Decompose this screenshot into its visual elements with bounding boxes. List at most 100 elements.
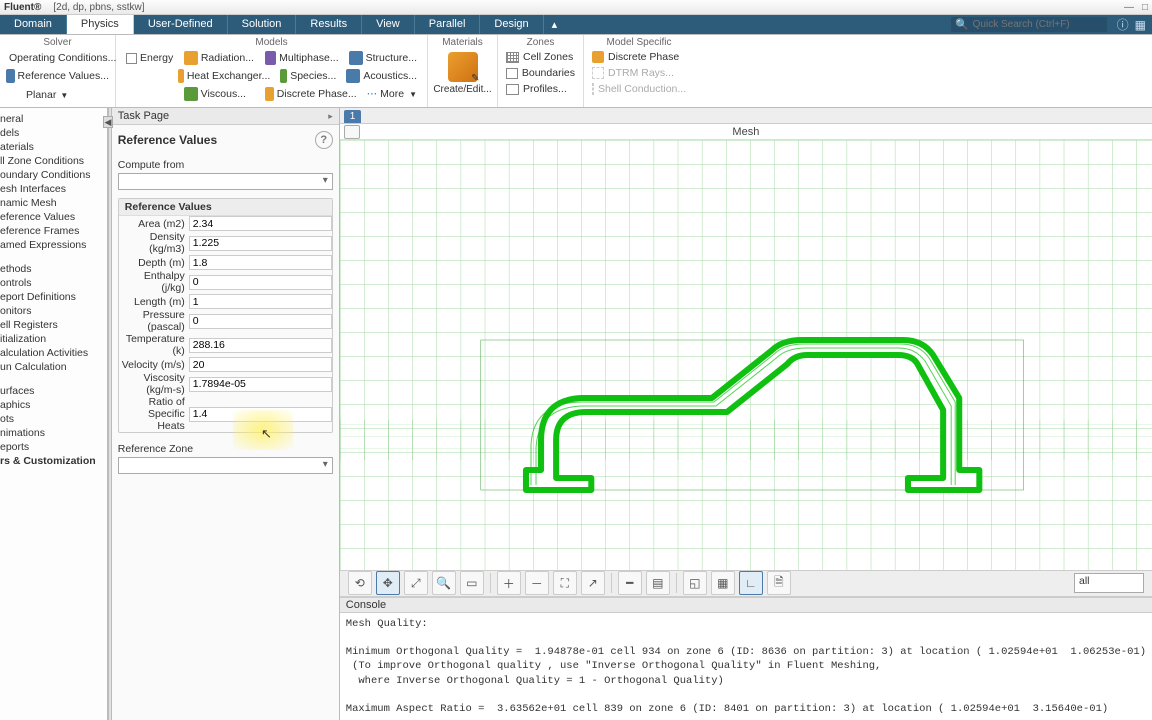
outline-item[interactable]: eference Values: [0, 210, 107, 224]
energy-checkbox[interactable]: Energy: [122, 50, 178, 66]
reference-value-input[interactable]: [189, 275, 332, 290]
outline-item[interactable]: alculation Activities: [0, 346, 107, 360]
outline-item[interactable]: ots: [0, 412, 107, 426]
orbit-button[interactable]: ⤢: [404, 571, 428, 595]
rotate-button[interactable]: ⟲: [348, 571, 372, 595]
tab-results[interactable]: Results: [296, 15, 362, 34]
species-button[interactable]: Species...: [276, 68, 340, 84]
mesh-canvas[interactable]: [340, 140, 1152, 570]
zoom-out-button[interactable]: －: [525, 571, 549, 595]
reference-value-input[interactable]: [189, 216, 332, 231]
pan-button[interactable]: ✥: [376, 571, 400, 595]
help-icon[interactable]: ⓘ: [1117, 16, 1129, 33]
snapshot-button[interactable]: 🗎: [767, 571, 791, 595]
reference-value-input[interactable]: [189, 236, 332, 251]
outline-item[interactable]: eport Definitions: [0, 290, 107, 304]
reference-value-input[interactable]: [189, 294, 332, 309]
outline-item[interactable]: un Calculation: [0, 360, 107, 374]
tab-physics[interactable]: Physics: [67, 15, 134, 34]
task-page: Task Page ▸ Reference Values ? Compute f…: [112, 108, 340, 720]
more-button[interactable]: ⋯More▼: [363, 86, 421, 102]
tab-user-defined[interactable]: User-Defined: [134, 15, 228, 34]
reference-value-input[interactable]: [189, 255, 332, 270]
cube-button[interactable]: ◱: [683, 571, 707, 595]
outline-item[interactable]: neral: [0, 112, 107, 126]
reference-zone-select[interactable]: [118, 457, 333, 474]
outline-item[interactable]: amed Expressions: [0, 238, 107, 252]
quick-search[interactable]: 🔍: [951, 17, 1107, 32]
outline-item[interactable]: nimations: [0, 426, 107, 440]
outline-item[interactable]: namic Mesh: [0, 196, 107, 210]
minimize-icon[interactable]: —: [1124, 2, 1134, 13]
app-name: Fluent®: [4, 2, 41, 13]
reference-value-row: Depth (m): [119, 255, 332, 270]
planar-select[interactable]: Planar▼: [6, 88, 109, 102]
outline-item[interactable]: esh Interfaces: [0, 182, 107, 196]
group-label-models: Models: [122, 37, 421, 48]
outline-item[interactable]: urfaces: [0, 384, 107, 398]
grid-icon: [506, 52, 519, 63]
tab-view[interactable]: View: [362, 15, 415, 34]
structure-button[interactable]: Structure...: [345, 50, 421, 66]
outline-item[interactable]: onitors: [0, 304, 107, 318]
outline-item[interactable]: aterials: [0, 140, 107, 154]
collapse-task-icon[interactable]: ▸: [328, 111, 333, 122]
box-zoom-button[interactable]: ▭: [460, 571, 484, 595]
viscous-button[interactable]: Viscous...: [180, 86, 259, 102]
tab-solution[interactable]: Solution: [228, 15, 297, 34]
ribbon-expand-icon[interactable]: ▴: [544, 15, 566, 34]
profiles-button[interactable]: Profiles...: [504, 82, 577, 96]
ruler-button[interactable]: ━: [618, 571, 642, 595]
display-select[interactable]: all: [1074, 573, 1144, 593]
layers-button[interactable]: ▤: [646, 571, 670, 595]
outline-item[interactable]: dels: [0, 126, 107, 140]
outline-item[interactable]: eference Frames: [0, 224, 107, 238]
outline-item[interactable]: itialization: [0, 332, 107, 346]
reference-value-input[interactable]: [189, 314, 332, 329]
reference-value-input[interactable]: [189, 338, 332, 353]
axes-button[interactable]: ∟: [739, 571, 763, 595]
console-output[interactable]: Mesh Quality: Minimum Orthogonal Quality…: [340, 613, 1152, 720]
outline-item[interactable]: ethods: [0, 262, 107, 276]
cell-zones-button[interactable]: Cell Zones: [504, 50, 577, 64]
search-input[interactable]: [973, 19, 1103, 30]
discrete-phase-button[interactable]: Discrete Phase...: [261, 86, 361, 102]
document-name: [2d, dp, pbns, sstkw]: [53, 2, 144, 13]
graphics-options-button[interactable]: [344, 125, 360, 139]
reference-value-input[interactable]: [189, 357, 332, 372]
help-button[interactable]: ?: [315, 131, 333, 149]
heat-exchanger-button[interactable]: Heat Exchanger...: [174, 68, 274, 84]
collapse-handle[interactable]: ◀: [103, 116, 113, 128]
outline-item[interactable]: eports: [0, 440, 107, 454]
settings-icon[interactable]: ▦: [1135, 18, 1146, 32]
graphics-tab-1[interactable]: 1: [344, 110, 362, 123]
multi-view-button[interactable]: ▦: [711, 571, 735, 595]
tab-parallel[interactable]: Parallel: [415, 15, 481, 34]
outline-item[interactable]: oundary Conditions: [0, 168, 107, 182]
zoom-in-button[interactable]: ＋: [497, 571, 521, 595]
outline-item[interactable]: ontrols: [0, 276, 107, 290]
reference-value-input[interactable]: [189, 377, 332, 392]
radiation-button[interactable]: Radiation...: [180, 50, 259, 66]
tab-domain[interactable]: Domain: [0, 15, 67, 34]
boundaries-button[interactable]: Boundaries: [504, 66, 577, 80]
reference-value-input[interactable]: [189, 407, 332, 422]
ms-discrete-phase-button[interactable]: Discrete Phase: [590, 50, 688, 64]
reference-value-row: Temperature (k): [119, 333, 332, 357]
probe-button[interactable]: ↗: [581, 571, 605, 595]
reference-values-button[interactable]: Reference Values...: [6, 68, 109, 84]
compute-from-select[interactable]: [118, 173, 333, 190]
outline-tree[interactable]: neraldelsaterialsll Zone Conditionsounda…: [0, 108, 108, 720]
maximize-icon[interactable]: □: [1142, 2, 1148, 13]
tab-design[interactable]: Design: [480, 15, 543, 34]
zoom-button[interactable]: 🔍: [432, 571, 456, 595]
multiphase-button[interactable]: Multiphase...: [261, 50, 343, 66]
outline-item[interactable]: ell Registers: [0, 318, 107, 332]
outline-item[interactable]: rs & Customization: [0, 454, 107, 468]
fit-button[interactable]: ⛶: [553, 571, 577, 595]
create-edit-materials-button[interactable]: Create/Edit...: [434, 50, 491, 97]
outline-item[interactable]: ll Zone Conditions: [0, 154, 107, 168]
operating-conditions-button[interactable]: Operating Conditions...: [6, 50, 109, 66]
acoustics-button[interactable]: Acoustics...: [342, 68, 421, 84]
outline-item[interactable]: aphics: [0, 398, 107, 412]
